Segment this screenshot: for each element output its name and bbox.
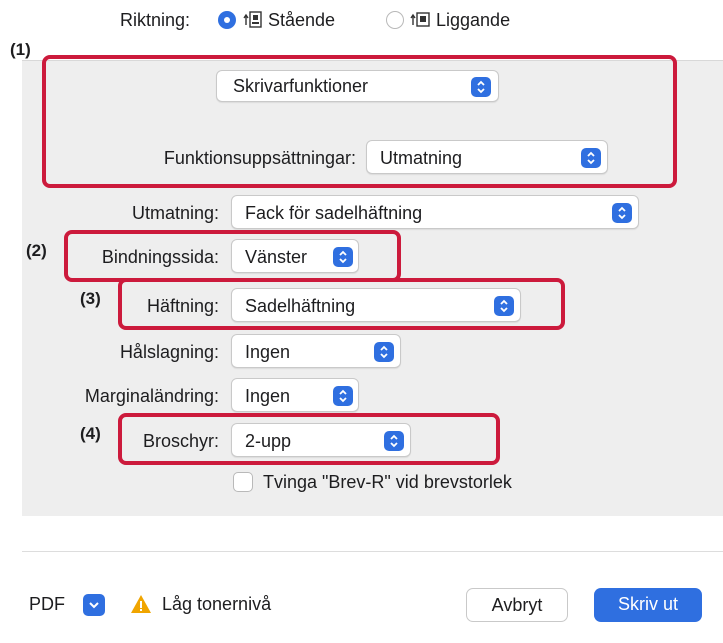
margin-value: Ingen [245,386,291,406]
force-letter-label[interactable]: Tvinga "Brev-R" vid brevstorlek [263,471,512,493]
highlight-box-1 [42,55,677,188]
margin-label: Marginaländring: [84,386,219,406]
output-label: Utmatning: [131,203,219,223]
annotation-3: (3) [80,289,101,308]
chevron-updown-icon [333,386,353,406]
highlight-box-2 [64,230,401,282]
punch-popup[interactable]: Ingen [231,334,401,368]
orientation-label: Riktning: [120,10,191,30]
highlight-box-3 [118,278,565,330]
portrait-radio[interactable] [218,11,236,29]
output-popup[interactable]: Fack för sadelhäftning [231,195,639,229]
portrait-orientation-icon [243,10,263,35]
chevron-updown-icon [612,203,632,223]
annotation-4: (4) [80,424,101,443]
landscape-orientation-icon [410,10,430,35]
low-toner-warning: Låg tonernivå [162,594,272,614]
portrait-label[interactable]: Stående [268,9,335,31]
output-value: Fack för sadelhäftning [245,203,423,223]
punch-value: Ingen [245,342,291,362]
warning-icon [130,594,152,619]
landscape-label[interactable]: Liggande [436,9,510,31]
annotation-1: (1) [10,40,31,59]
landscape-radio[interactable] [386,11,404,29]
pdf-label[interactable]: PDF [29,593,65,615]
force-letter-checkbox[interactable] [233,472,253,492]
punch-label: Hålslagning: [119,342,219,362]
chevron-updown-icon [374,342,394,362]
footer-separator [22,551,723,552]
chevron-down-icon[interactable] [83,594,105,616]
print-button[interactable]: Skriv ut [594,588,702,622]
cancel-button[interactable]: Avbryt [466,588,568,622]
margin-popup[interactable]: Ingen [231,378,359,412]
annotation-2: (2) [26,241,47,260]
highlight-box-4 [118,413,500,465]
